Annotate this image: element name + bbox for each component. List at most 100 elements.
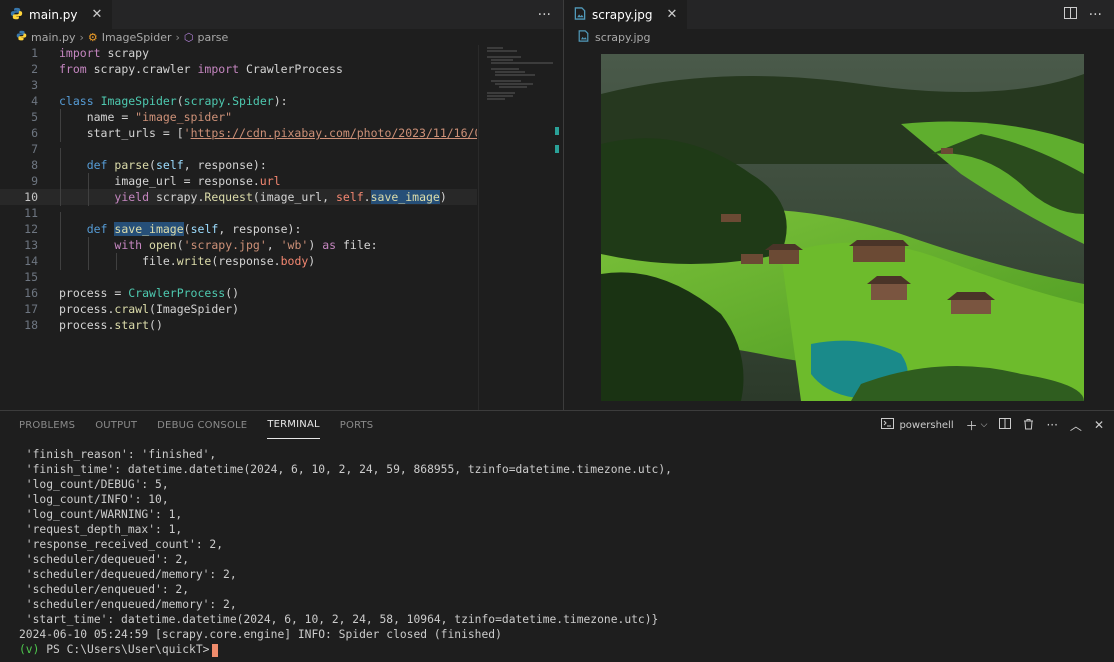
- chevron-up-icon[interactable]: ︿: [1070, 417, 1082, 434]
- split-editor-icon[interactable]: [1063, 6, 1077, 23]
- code-line: 9 image_url = response.url: [0, 173, 477, 190]
- url-link[interactable]: https://cdn.pixabay.com/photo/2023/11/16…: [191, 126, 477, 140]
- new-terminal-icon[interactable]: ＋: [966, 417, 978, 434]
- line-number: 4: [31, 94, 38, 108]
- code-line: 16 process = CrawlerProcess(): [0, 285, 477, 301]
- editor-tab-bar: main.py ✕ ···: [0, 0, 563, 29]
- more-actions-icon[interactable]: ···: [1089, 7, 1102, 23]
- class-icon: ⚙: [87, 30, 98, 44]
- more-actions-icon[interactable]: ···: [1046, 418, 1057, 432]
- line-number: 3: [31, 78, 38, 92]
- code-line: 7: [0, 141, 477, 165]
- more-actions-icon[interactable]: ···: [538, 7, 551, 23]
- terminal-line: 'finish_reason': 'finished',: [19, 448, 217, 461]
- code-line: 6 start_urls = ['https://cdn.pixabay.com…: [0, 125, 477, 142]
- python-icon: [16, 30, 27, 44]
- method-icon: ⬡: [183, 30, 194, 44]
- tab-output[interactable]: OUTPUT: [95, 411, 137, 439]
- landscape-image: [601, 54, 1084, 401]
- close-icon[interactable]: ✕: [92, 7, 103, 22]
- terminal-icon: [881, 418, 895, 432]
- line-number: 11: [24, 206, 38, 220]
- line-number: 5: [31, 110, 38, 124]
- terminal-output[interactable]: 'finish_reason': 'finished', 'finish_tim…: [19, 447, 672, 657]
- terminal-line: 'scheduler/enqueued': 2,: [19, 583, 190, 596]
- tab-ports[interactable]: PORTS: [340, 411, 374, 439]
- line-number: 13: [24, 238, 38, 252]
- line-number: 6: [31, 126, 38, 140]
- close-panel-icon[interactable]: ✕: [1094, 418, 1104, 432]
- line-number: 17: [24, 302, 38, 316]
- chevron-down-icon[interactable]: ⌵: [981, 420, 988, 430]
- code-line: 1 import scrapy: [0, 45, 477, 61]
- breadcrumb: main.py › ⚙ ImageSpider › ⬡ parse: [0, 29, 563, 45]
- terminal-profile-label: powershell: [899, 419, 954, 431]
- line-number: 1: [31, 46, 38, 60]
- editor-group-divider[interactable]: [563, 0, 564, 410]
- terminal-line: 'start_time': datetime.datetime(2024, 6,…: [19, 613, 659, 626]
- terminal-profile[interactable]: powershell: [881, 418, 954, 432]
- image-file-icon: [574, 6, 586, 23]
- terminal-line: 'request_depth_max': 1,: [19, 523, 183, 536]
- code-line: 3: [0, 77, 477, 93]
- code-line: 14 file.write(response.body): [0, 253, 477, 270]
- code-line: 5 name = "image_spider": [0, 109, 477, 126]
- selected-text: save_image: [370, 190, 440, 204]
- venv-indicator: (v): [19, 643, 40, 656]
- line-number: 2: [31, 62, 38, 76]
- tab-terminal[interactable]: TERMINAL: [267, 411, 320, 439]
- breadcrumb-class[interactable]: ImageSpider: [102, 31, 172, 44]
- line-number: 16: [24, 286, 38, 300]
- terminal-line: 'log_count/WARNING': 1,: [19, 508, 183, 521]
- terminal-line: 'response_received_count': 2,: [19, 538, 224, 551]
- code-line: 15: [0, 269, 477, 285]
- minimap[interactable]: [478, 45, 563, 410]
- terminal-line: 'scheduler/enqueued/memory': 2,: [19, 598, 237, 611]
- image-preview: [601, 54, 1084, 401]
- chevron-right-icon: ›: [79, 30, 84, 44]
- terminal-line: 2024-06-10 05:24:59 [scrapy.core.engine]…: [19, 628, 502, 641]
- trash-icon[interactable]: [1023, 418, 1034, 433]
- line-number: 18: [24, 318, 38, 332]
- tab-main-py-label: main.py: [29, 7, 78, 22]
- line-number: 7: [31, 142, 38, 156]
- code-line: 17 process.crawl(ImageSpider): [0, 301, 477, 317]
- bottom-panel: PROBLEMS OUTPUT DEBUG CONSOLE TERMINAL P…: [0, 410, 1114, 662]
- tab-debug-console[interactable]: DEBUG CONSOLE: [157, 411, 247, 439]
- terminal-prompt[interactable]: (v) PS C:\Users\User\quickT>: [19, 642, 672, 657]
- minimap-marker: [555, 127, 559, 135]
- python-icon: [10, 7, 23, 23]
- breadcrumb-method[interactable]: parse: [198, 31, 229, 44]
- line-number: 9: [31, 174, 38, 188]
- tab-problems[interactable]: PROBLEMS: [19, 411, 75, 439]
- code-line: 18 process.start(): [0, 317, 477, 333]
- terminal-line: 'scheduler/dequeued': 2,: [19, 553, 190, 566]
- tab-scrapy-jpg[interactable]: scrapy.jpg ✕: [564, 0, 688, 29]
- code-line: 4 class ImageSpider(scrapy.Spider):: [0, 93, 477, 109]
- minimap-marker: [555, 145, 559, 153]
- code-editor[interactable]: 1 import scrapy 2 from scrapy.crawler im…: [0, 45, 477, 410]
- split-terminal-icon[interactable]: [999, 418, 1012, 432]
- code-line: 2 from scrapy.crawler import CrawlerProc…: [0, 61, 477, 77]
- chevron-right-icon: ›: [175, 30, 180, 44]
- image-breadcrumb-file[interactable]: scrapy.jpg: [595, 31, 650, 44]
- image-tab-bar: scrapy.jpg ✕ ···: [564, 0, 1114, 29]
- line-number: 12: [24, 222, 38, 236]
- code-line: 12 def save_image(self, response):: [0, 221, 477, 238]
- image-file-icon: [578, 29, 589, 45]
- code-line: 8 def parse(self, response):: [0, 157, 477, 174]
- breadcrumb-file[interactable]: main.py: [31, 31, 75, 44]
- image-breadcrumb: scrapy.jpg: [578, 29, 650, 45]
- prompt-path: PS C:\Users\User\quickT>: [39, 643, 210, 656]
- terminal-line: 'log_count/DEBUG': 5,: [19, 478, 169, 491]
- code-line: 11: [0, 205, 477, 229]
- code-line: 13 with open('scrapy.jpg', 'wb') as file…: [0, 237, 477, 254]
- close-icon[interactable]: ✕: [667, 7, 678, 22]
- tab-main-py[interactable]: main.py ✕: [0, 0, 113, 29]
- line-number: 10: [24, 190, 38, 204]
- line-number: 14: [24, 254, 38, 268]
- terminal-line: 'log_count/INFO': 10,: [19, 493, 169, 506]
- code-line-active: 10 yield scrapy.Request(image_url, self.…: [0, 189, 477, 206]
- terminal-line: 'scheduler/dequeued/memory': 2,: [19, 568, 237, 581]
- line-number: 8: [31, 158, 38, 172]
